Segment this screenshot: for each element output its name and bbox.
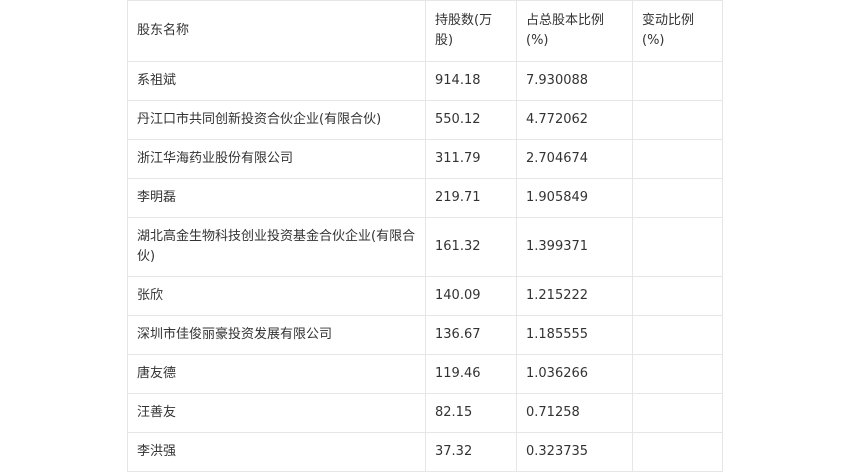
cell-change-ratio [632, 354, 723, 394]
cell-change-ratio [632, 139, 723, 179]
cell-shareholder-name: 深圳市佳俊丽豪投资发展有限公司 [127, 315, 426, 355]
cell-change-ratio [632, 315, 723, 355]
cell-shareholder-name: 系祖斌 [127, 61, 426, 101]
cell-shareholder-name: 浙江华海药业股份有限公司 [127, 139, 426, 179]
cell-share-ratio: 1.399371 [516, 217, 633, 277]
header-shares-held: 持股数(万股) [425, 0, 517, 62]
cell-change-ratio [632, 100, 723, 140]
cell-change-ratio [632, 432, 723, 472]
cell-shares-held: 37.32 [425, 432, 517, 472]
cell-change-ratio [632, 276, 723, 316]
cell-shares-held: 140.09 [425, 276, 517, 316]
cell-share-ratio: 0.71258 [516, 393, 633, 433]
table-row: 唐友德 119.46 1.036266 [127, 354, 723, 394]
cell-shareholder-name: 汪善友 [127, 393, 426, 433]
cell-shares-held: 161.32 [425, 217, 517, 277]
cell-shareholder-name: 李明磊 [127, 178, 426, 218]
cell-shares-held: 136.67 [425, 315, 517, 355]
cell-change-ratio [632, 61, 723, 101]
cell-shareholder-name: 湖北高金生物科技创业投资基金合伙企业(有限合伙) [127, 217, 426, 277]
table-row: 深圳市佳俊丽豪投资发展有限公司 136.67 1.185555 [127, 315, 723, 355]
cell-shares-held: 550.12 [425, 100, 517, 140]
cell-shareholder-name: 李洪强 [127, 432, 426, 472]
cell-shareholder-name: 唐友德 [127, 354, 426, 394]
table-row: 系祖斌 914.18 7.930088 [127, 61, 723, 101]
cell-share-ratio: 1.905849 [516, 178, 633, 218]
shareholder-table: 股东名称 持股数(万股) 占总股本比例(%) 变动比例(%) 系祖斌 914.1… [127, 0, 723, 472]
table-row: 丹江口市共同创新投资合伙企业(有限合伙) 550.12 4.772062 [127, 100, 723, 140]
cell-share-ratio: 1.185555 [516, 315, 633, 355]
header-change-ratio: 变动比例(%) [632, 0, 723, 62]
cell-share-ratio: 7.930088 [516, 61, 633, 101]
cell-shareholder-name: 张欣 [127, 276, 426, 316]
table-row: 张欣 140.09 1.215222 [127, 276, 723, 316]
table-row: 湖北高金生物科技创业投资基金合伙企业(有限合伙) 161.32 1.399371 [127, 217, 723, 277]
cell-change-ratio [632, 393, 723, 433]
table-header-row: 股东名称 持股数(万股) 占总股本比例(%) 变动比例(%) [127, 0, 723, 62]
cell-shares-held: 82.15 [425, 393, 517, 433]
cell-share-ratio: 4.772062 [516, 100, 633, 140]
cell-share-ratio: 2.704674 [516, 139, 633, 179]
cell-change-ratio [632, 178, 723, 218]
cell-share-ratio: 0.323735 [516, 432, 633, 472]
shareholder-table-container: 股东名称 持股数(万股) 占总股本比例(%) 变动比例(%) 系祖斌 914.1… [127, 0, 723, 472]
table-row: 汪善友 82.15 0.71258 [127, 393, 723, 433]
cell-change-ratio [632, 217, 723, 277]
header-shareholder-name: 股东名称 [127, 0, 426, 62]
table-row: 浙江华海药业股份有限公司 311.79 2.704674 [127, 139, 723, 179]
cell-shares-held: 119.46 [425, 354, 517, 394]
table-row: 李洪强 37.32 0.323735 [127, 432, 723, 472]
cell-shareholder-name: 丹江口市共同创新投资合伙企业(有限合伙) [127, 100, 426, 140]
cell-shares-held: 219.71 [425, 178, 517, 218]
table-row: 李明磊 219.71 1.905849 [127, 178, 723, 218]
cell-shares-held: 914.18 [425, 61, 517, 101]
cell-share-ratio: 1.036266 [516, 354, 633, 394]
cell-share-ratio: 1.215222 [516, 276, 633, 316]
cell-shares-held: 311.79 [425, 139, 517, 179]
header-share-ratio: 占总股本比例(%) [516, 0, 633, 62]
